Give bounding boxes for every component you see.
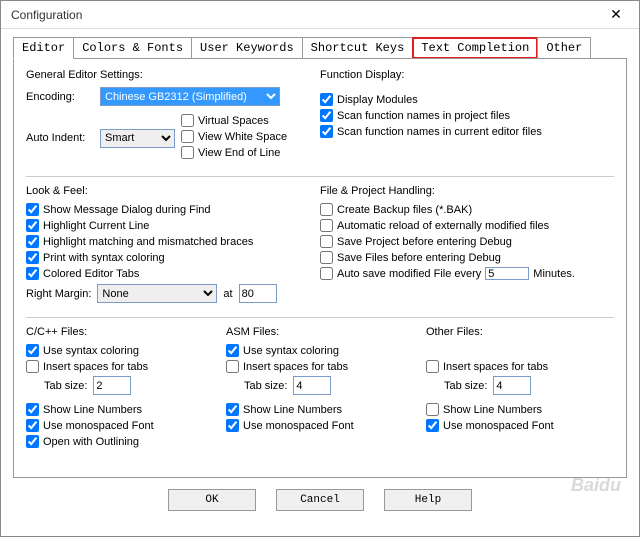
save-files-label: Save Files before entering Debug (337, 252, 501, 264)
asm-spaces-check[interactable] (226, 360, 239, 373)
backup-label: Create Backup files (*.BAK) (337, 204, 472, 216)
autoreload-label: Automatic reload of externally modified … (337, 220, 549, 232)
autosave-check[interactable] (320, 267, 333, 280)
tab-other[interactable]: Other (537, 37, 591, 59)
asm-linenums-check[interactable] (226, 403, 239, 416)
tab-colors-fonts[interactable]: Colors & Fonts (73, 37, 192, 59)
other-mono-check[interactable] (426, 419, 439, 432)
funcdisplay-title: Function Display: (320, 69, 614, 81)
window-title: Configuration (11, 8, 82, 22)
c-syntax-label: Use syntax coloring (43, 345, 139, 357)
hl-line-label: Highlight Current Line (43, 220, 149, 232)
colored-tabs-label: Colored Editor Tabs (43, 268, 139, 280)
print-syntax-label: Print with syntax coloring (43, 252, 165, 264)
other-linenums-check[interactable] (426, 403, 439, 416)
titlebar: Configuration ✕ (1, 1, 639, 29)
print-syntax-check[interactable] (26, 251, 39, 264)
ok-button[interactable]: OK (168, 489, 256, 511)
asm-linenums-label: Show Line Numbers (243, 404, 342, 416)
close-icon[interactable]: ✕ (601, 5, 631, 25)
editor-panel: General Editor Settings: Encoding: Chine… (13, 58, 627, 478)
autoreload-check[interactable] (320, 219, 333, 232)
other-tabsize-label: Tab size: (444, 380, 487, 392)
other-mono-label: Use monospaced Font (443, 420, 554, 432)
right-margin-label: Right Margin: (26, 288, 91, 300)
autoindent-label: Auto Indent: (26, 132, 94, 144)
c-spaces-label: Insert spaces for tabs (43, 361, 148, 373)
autosave-spin[interactable] (485, 267, 529, 280)
autosave-unit: Minutes. (533, 268, 575, 280)
c-linenums-label: Show Line Numbers (43, 404, 142, 416)
right-margin-select[interactable]: None (97, 284, 217, 303)
scan-current-check[interactable] (320, 125, 333, 138)
hl-line-check[interactable] (26, 219, 39, 232)
save-files-check[interactable] (320, 251, 333, 264)
otherfiles-title: Other Files: (426, 326, 614, 338)
button-row: OK Cancel Help (1, 479, 639, 521)
other-spaces-label: Insert spaces for tabs (443, 361, 548, 373)
cancel-button[interactable]: Cancel (276, 489, 364, 511)
config-dialog: Configuration ✕ Editor Colors & Fonts Us… (0, 0, 640, 537)
asm-syntax-check[interactable] (226, 344, 239, 357)
encoding-label: Encoding: (26, 91, 94, 103)
tab-editor[interactable]: Editor (13, 37, 74, 59)
help-button[interactable]: Help (384, 489, 472, 511)
scan-project-check[interactable] (320, 109, 333, 122)
c-outlining-check[interactable] (26, 435, 39, 448)
colored-tabs-check[interactable] (26, 267, 39, 280)
scan-project-label: Scan function names in project files (337, 110, 510, 122)
encoding-select[interactable]: Chinese GB2312 (Simplified) (100, 87, 280, 106)
asmfiles-title: ASM Files: (226, 326, 414, 338)
other-tabsize-spin[interactable] (493, 376, 531, 395)
tab-shortcut-keys[interactable]: Shortcut Keys (302, 37, 414, 59)
tab-text-completion[interactable]: Text Completion (412, 37, 538, 59)
other-spaces-check[interactable] (426, 360, 439, 373)
scan-current-label: Scan function names in current editor fi… (337, 126, 542, 138)
asm-mono-label: Use monospaced Font (243, 420, 354, 432)
other-linenums-label: Show Line Numbers (443, 404, 542, 416)
backup-check[interactable] (320, 203, 333, 216)
view-whitespace-check[interactable] (181, 130, 194, 143)
display-modules-label: Display Modules (337, 94, 418, 106)
view-eol-label: View End of Line (198, 147, 280, 159)
c-mono-label: Use monospaced Font (43, 420, 154, 432)
msg-dialog-label: Show Message Dialog during Find (43, 204, 211, 216)
view-whitespace-label: View White Space (198, 131, 287, 143)
c-tabsize-spin[interactable] (93, 376, 131, 395)
cfiles-title: C/C++ Files: (26, 326, 214, 338)
save-proj-check[interactable] (320, 235, 333, 248)
c-outlining-label: Open with Outlining (43, 436, 139, 448)
general-title: General Editor Settings: (26, 69, 320, 81)
c-spaces-check[interactable] (26, 360, 39, 373)
fileproj-title: File & Project Handling: (320, 185, 614, 197)
tab-bar: Editor Colors & Fonts User Keywords Shor… (1, 29, 639, 59)
asm-spaces-label: Insert spaces for tabs (243, 361, 348, 373)
hl-braces-check[interactable] (26, 235, 39, 248)
c-tabsize-label: Tab size: (44, 380, 87, 392)
c-linenums-check[interactable] (26, 403, 39, 416)
autoindent-select[interactable]: Smart (100, 129, 175, 148)
c-mono-check[interactable] (26, 419, 39, 432)
asm-tabsize-spin[interactable] (293, 376, 331, 395)
autosave-label: Auto save modified File every (337, 268, 481, 280)
hl-braces-label: Highlight matching and mismatched braces (43, 236, 253, 248)
c-syntax-check[interactable] (26, 344, 39, 357)
right-margin-spin[interactable] (239, 284, 277, 303)
tab-user-keywords[interactable]: User Keywords (191, 37, 303, 59)
at-label: at (223, 288, 232, 300)
view-eol-check[interactable] (181, 146, 194, 159)
virtual-spaces-label: Virtual Spaces (198, 115, 269, 127)
save-proj-label: Save Project before entering Debug (337, 236, 512, 248)
asm-tabsize-label: Tab size: (244, 380, 287, 392)
look-title: Look & Feel: (26, 185, 320, 197)
msg-dialog-check[interactable] (26, 203, 39, 216)
asm-syntax-label: Use syntax coloring (243, 345, 339, 357)
display-modules-check[interactable] (320, 93, 333, 106)
asm-mono-check[interactable] (226, 419, 239, 432)
virtual-spaces-check[interactable] (181, 114, 194, 127)
